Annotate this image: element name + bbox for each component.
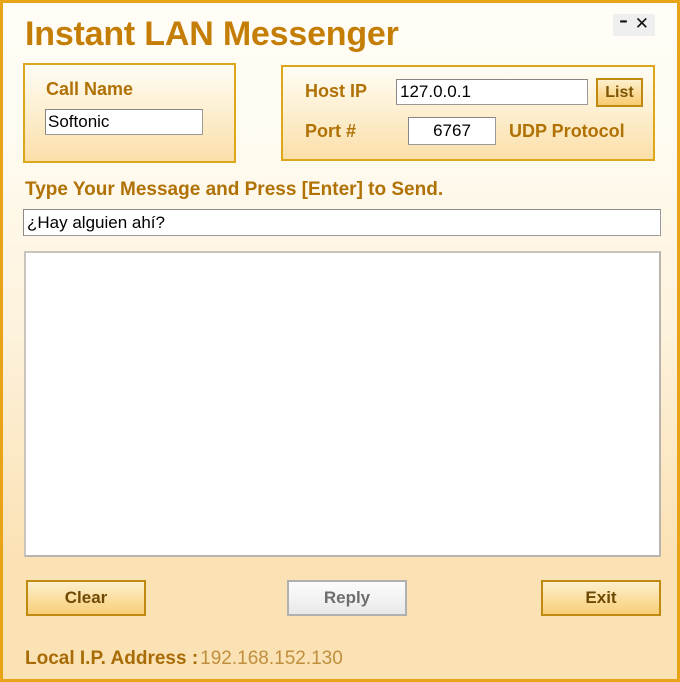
clear-button[interactable]: Clear — [26, 580, 146, 616]
message-input[interactable] — [23, 209, 661, 236]
instant-lan-messenger-window: – ✕ Instant LAN Messenger Call Name Host… — [0, 0, 680, 682]
host-ip-input[interactable] — [396, 79, 588, 105]
port-label: Port # — [305, 121, 357, 141]
host-ip-label: Host IP — [305, 81, 368, 101]
list-button[interactable]: List — [596, 78, 643, 107]
call-name-label: Call Name — [46, 79, 134, 99]
call-name-panel: Call Name — [23, 63, 236, 163]
local-ip-label: Local I.P. Address : — [25, 648, 199, 669]
port-input[interactable] — [408, 117, 496, 145]
message-prompt-label: Type Your Message and Press [Enter] to S… — [25, 179, 444, 200]
exit-button[interactable]: Exit — [541, 580, 661, 616]
status-bar: Local I.P. Address :192.168.152.130 — [25, 648, 343, 670]
call-name-input[interactable] — [45, 109, 203, 135]
window-controls: – ✕ — [613, 13, 655, 36]
protocol-label: UDP Protocol — [509, 121, 625, 141]
close-icon[interactable]: ✕ — [635, 16, 649, 33]
chat-log-display[interactable] — [24, 251, 661, 557]
minimize-icon[interactable]: – — [619, 13, 628, 30]
reply-button[interactable]: Reply — [287, 580, 407, 616]
page-title: Instant LAN Messenger — [25, 15, 399, 53]
connection-panel: Host IP List Port # UDP Protocol — [281, 65, 655, 161]
local-ip-value: 192.168.152.130 — [200, 648, 343, 669]
